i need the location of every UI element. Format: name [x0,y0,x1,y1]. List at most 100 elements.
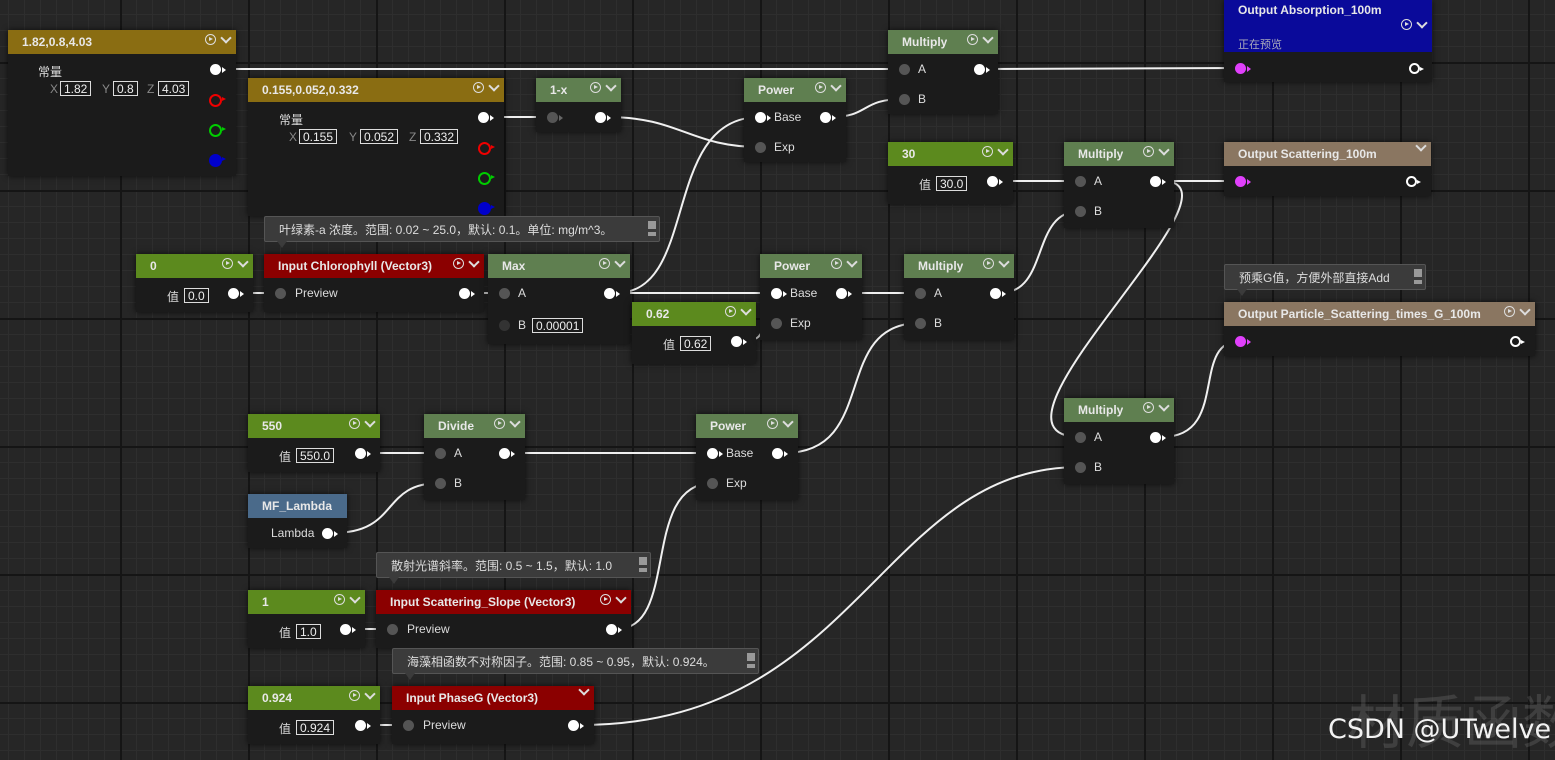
multiply-node-2[interactable]: Multiply A B [1064,142,1174,228]
chevron-down-icon[interactable] [740,303,752,316]
pin-icon[interactable] [747,653,755,668]
scalar-node-0[interactable]: 0 值 0.0 [136,254,253,312]
output-pin[interactable] [340,624,356,635]
chevron-down-icon[interactable] [782,415,794,428]
output-pin[interactable] [1409,63,1424,74]
chevron-down-icon[interactable] [846,255,858,268]
input-pin[interactable] [1235,176,1251,187]
node-header[interactable]: 0.62 [632,302,756,326]
output-pin[interactable] [604,288,620,299]
preview-icon[interactable] [222,258,233,269]
a-pin[interactable] [499,288,510,299]
z-value-field[interactable]: 4.03 [158,81,190,96]
preview-icon[interactable] [494,418,505,429]
preview-icon[interactable] [725,306,736,317]
preview-pin[interactable] [387,624,398,635]
value-field[interactable]: 0.62 [680,336,712,351]
node-header[interactable]: Power [760,254,862,278]
preview-icon[interactable] [334,594,345,605]
output-pin[interactable] [772,448,788,459]
input-chlorophyll-node[interactable]: Input Chlorophyll (Vector3) Preview [264,254,484,312]
chevron-down-icon[interactable] [237,255,249,268]
output-pin[interactable] [820,112,836,123]
multiply-node-3[interactable]: Multiply A B [904,254,1014,340]
chevron-down-icon[interactable] [830,79,842,92]
output-pin[interactable] [355,720,371,731]
output-pin[interactable] [1510,336,1525,347]
pin-icon[interactable] [1414,269,1422,284]
value-field[interactable]: 0.924 [296,720,335,735]
preview-icon[interactable] [205,34,216,45]
node-header[interactable]: MF_Lambda [248,494,347,518]
output-pin[interactable] [1406,176,1421,187]
comment-bubble-slope[interactable]: 散射光谱斜率。范围: 0.5 ~ 1.5，默认: 1.0 [376,552,651,584]
output-pin[interactable] [836,288,852,299]
exp-pin[interactable] [771,318,782,329]
node-header[interactable]: Multiply [888,30,998,54]
value-field[interactable]: 0.0 [184,288,209,303]
preview-pin[interactable] [403,720,414,731]
node-header[interactable]: Input Chlorophyll (Vector3) [264,254,484,278]
blue-channel-pin[interactable] [478,202,495,215]
preview-icon[interactable] [1143,402,1154,413]
red-channel-pin[interactable] [209,94,226,107]
input-phaseg-node[interactable]: Input PhaseG (Vector3) Preview [392,684,594,744]
comment-bubble-g[interactable]: 预乘G值，方便外部直接Add [1224,264,1426,296]
preview-icon[interactable] [1401,19,1412,30]
a-pin[interactable] [435,448,446,459]
base-pin[interactable] [771,288,787,299]
output-pin[interactable] [595,112,611,123]
node-header[interactable]: 30 [888,142,1013,166]
chevron-down-icon[interactable] [605,79,617,92]
output-pin[interactable] [322,528,338,539]
a-pin[interactable] [1075,176,1086,187]
chevron-down-icon[interactable] [1415,140,1427,152]
preview-icon[interactable] [815,82,826,93]
preview-icon[interactable] [599,258,610,269]
node-header[interactable]: 0 [136,254,253,278]
constant-vector-node-a[interactable]: 1.82,0.8,4.03 常量 X 1.82 Y 0.8 Z 4.03 [8,30,236,176]
power-node-2[interactable]: Power Base Exp [760,254,862,340]
a-pin[interactable] [1075,432,1086,443]
value-field[interactable]: 550.0 [296,448,335,463]
power-node-1[interactable]: Power Base Exp [744,78,846,162]
y-value-field[interactable]: 0.8 [113,81,138,96]
chevron-down-icon[interactable] [1158,399,1170,412]
y-value-field[interactable]: 0.052 [360,129,399,144]
base-pin[interactable] [707,448,723,459]
preview-icon[interactable] [831,258,842,269]
input-pin[interactable] [1235,336,1251,347]
multiply-node-4[interactable]: Multiply A B [1064,398,1174,484]
node-header[interactable]: Multiply [1064,398,1174,422]
blue-channel-pin[interactable] [209,154,226,167]
output-pin[interactable] [974,64,990,75]
node-header[interactable]: 550 [248,414,380,438]
scalar-node-0924[interactable]: 0.924 值 0.924 [248,686,380,744]
chevron-down-icon[interactable] [468,255,480,268]
chevron-down-icon[interactable] [578,684,590,696]
output-pin[interactable] [1150,432,1166,443]
chevron-down-icon[interactable] [1519,303,1531,316]
value-field[interactable]: 30.0 [936,176,968,191]
red-channel-pin[interactable] [478,142,495,155]
output-pin[interactable] [1150,176,1166,187]
chevron-down-icon[interactable] [982,31,994,44]
input-pin[interactable] [1235,63,1251,74]
output-absorption-node[interactable]: Output Absorption_100m 正在预览 [1224,0,1432,82]
node-header[interactable]: Divide [424,414,525,438]
node-header[interactable]: 1-x [536,78,621,102]
output-pin[interactable] [606,624,622,635]
node-header[interactable]: Max [488,254,630,278]
node-header[interactable]: Multiply [904,254,1014,278]
b-pin[interactable] [499,320,510,331]
input-scattering-slope-node[interactable]: Input Scattering_Slope (Vector3) Preview [376,590,631,648]
node-header[interactable]: 1 [248,590,365,614]
preview-icon[interactable] [590,82,601,93]
base-pin[interactable] [755,112,771,123]
output-pin[interactable] [499,448,515,459]
green-channel-pin[interactable] [478,172,495,185]
chevron-down-icon[interactable] [364,687,376,700]
b-pin[interactable] [435,478,446,489]
green-channel-pin[interactable] [209,124,226,137]
comment-bubble-phase[interactable]: 海藻相函数不对称因子。范围: 0.85 ~ 0.95，默认: 0.924。 [392,648,759,680]
